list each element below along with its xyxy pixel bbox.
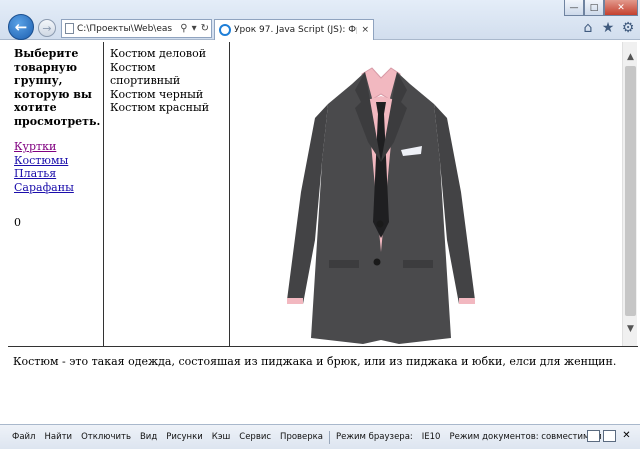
forward-arrow-icon[interactable]: → bbox=[38, 19, 56, 37]
menu-cache[interactable]: Кэш bbox=[212, 432, 230, 442]
undock-icon[interactable] bbox=[603, 430, 616, 442]
product-item-red[interactable]: Костюм красный bbox=[110, 101, 223, 115]
menu-find[interactable]: Найти bbox=[44, 432, 72, 442]
home-icon[interactable]: ⌂ bbox=[580, 20, 596, 36]
suit-jacket-image bbox=[287, 67, 475, 344]
refresh-icon[interactable]: ↻ bbox=[201, 23, 209, 34]
dock-icon[interactable] bbox=[587, 430, 600, 442]
menu-images[interactable]: Рисунки bbox=[166, 432, 203, 442]
menu-file[interactable]: Файл bbox=[12, 432, 35, 442]
category-prompt: Выберите товарную группу, которую вы хот… bbox=[14, 47, 101, 128]
back-arrow-icon[interactable]: ← bbox=[8, 14, 34, 40]
divider bbox=[329, 430, 331, 444]
close-tab-icon[interactable]: × bbox=[361, 25, 369, 35]
scroll-thumb[interactable] bbox=[625, 66, 636, 316]
minimize-button[interactable]: — bbox=[564, 0, 584, 16]
frame-description: Костюм - это такая одежда, состояшая из … bbox=[8, 346, 638, 424]
scroll-up-icon[interactable]: ▲ bbox=[623, 50, 638, 64]
category-link-jackets[interactable]: Куртки bbox=[14, 140, 97, 154]
browser-mode-value[interactable]: IE10 bbox=[422, 432, 441, 442]
close-window-button[interactable]: ✕ bbox=[604, 0, 638, 16]
page-icon bbox=[65, 23, 74, 34]
address-bar[interactable]: C:\Проекты\Web\eas ⚲ ▾ ↻ bbox=[61, 19, 212, 38]
menu-disable[interactable]: Отключить bbox=[81, 432, 131, 442]
category-link-sundresses[interactable]: Сарафаны bbox=[14, 181, 97, 195]
product-item-black[interactable]: Костюм черный bbox=[110, 88, 223, 102]
vertical-scrollbar[interactable]: ▲ ▼ bbox=[622, 42, 637, 346]
menu-validate[interactable]: Проверка bbox=[280, 432, 323, 442]
menu-view[interactable]: Вид bbox=[140, 432, 157, 442]
frame-product-image bbox=[231, 42, 622, 346]
counter-value: 0 bbox=[14, 216, 21, 229]
close-devtools-icon[interactable]: ✕ bbox=[620, 430, 633, 442]
search-icon[interactable]: ⚲ bbox=[180, 23, 187, 34]
frame-products: Костюм деловой Костюм спортивный Костюм … bbox=[104, 42, 230, 346]
menu-tools[interactable]: Сервис bbox=[239, 432, 271, 442]
product-item-business[interactable]: Костюм деловой bbox=[110, 47, 223, 61]
maximize-button[interactable]: □ bbox=[584, 0, 604, 16]
browser-toolbar: ← → C:\Проекты\Web\eas ⚲ ▾ ↻ Урок 97. Ja… bbox=[0, 0, 640, 40]
scroll-down-icon[interactable]: ▼ bbox=[623, 322, 638, 336]
gear-icon[interactable]: ⚙ bbox=[620, 20, 636, 36]
document-mode[interactable]: Режим документов: совместимый bbox=[449, 432, 601, 442]
category-link-dresses[interactable]: Платья bbox=[14, 167, 97, 181]
star-icon[interactable]: ★ bbox=[600, 20, 616, 36]
status-bar: Файл Найти Отключить Вид Рисунки Кэш Сер… bbox=[0, 424, 640, 449]
category-link-suits[interactable]: Костюмы bbox=[14, 154, 97, 168]
address-text[interactable]: C:\Проекты\Web\eas bbox=[77, 24, 178, 34]
product-item-sport[interactable]: Костюм спортивный bbox=[110, 61, 223, 88]
tab-active[interactable]: Урок 97. Java Script (JS): Фр... × bbox=[214, 19, 374, 40]
dropdown-icon[interactable]: ▾ bbox=[192, 23, 197, 34]
frame-categories: Выберите товарную группу, которую вы хот… bbox=[8, 42, 104, 346]
tab-title: Урок 97. Java Script (JS): Фр... bbox=[234, 25, 358, 35]
category-list: Куртки Костюмы Платья Сарафаны bbox=[14, 140, 97, 194]
product-description: Костюм - это такая одежда, состояшая из … bbox=[13, 355, 617, 368]
ie-logo-icon bbox=[219, 24, 231, 36]
browser-mode-label[interactable]: Режим браузера: bbox=[336, 432, 413, 442]
